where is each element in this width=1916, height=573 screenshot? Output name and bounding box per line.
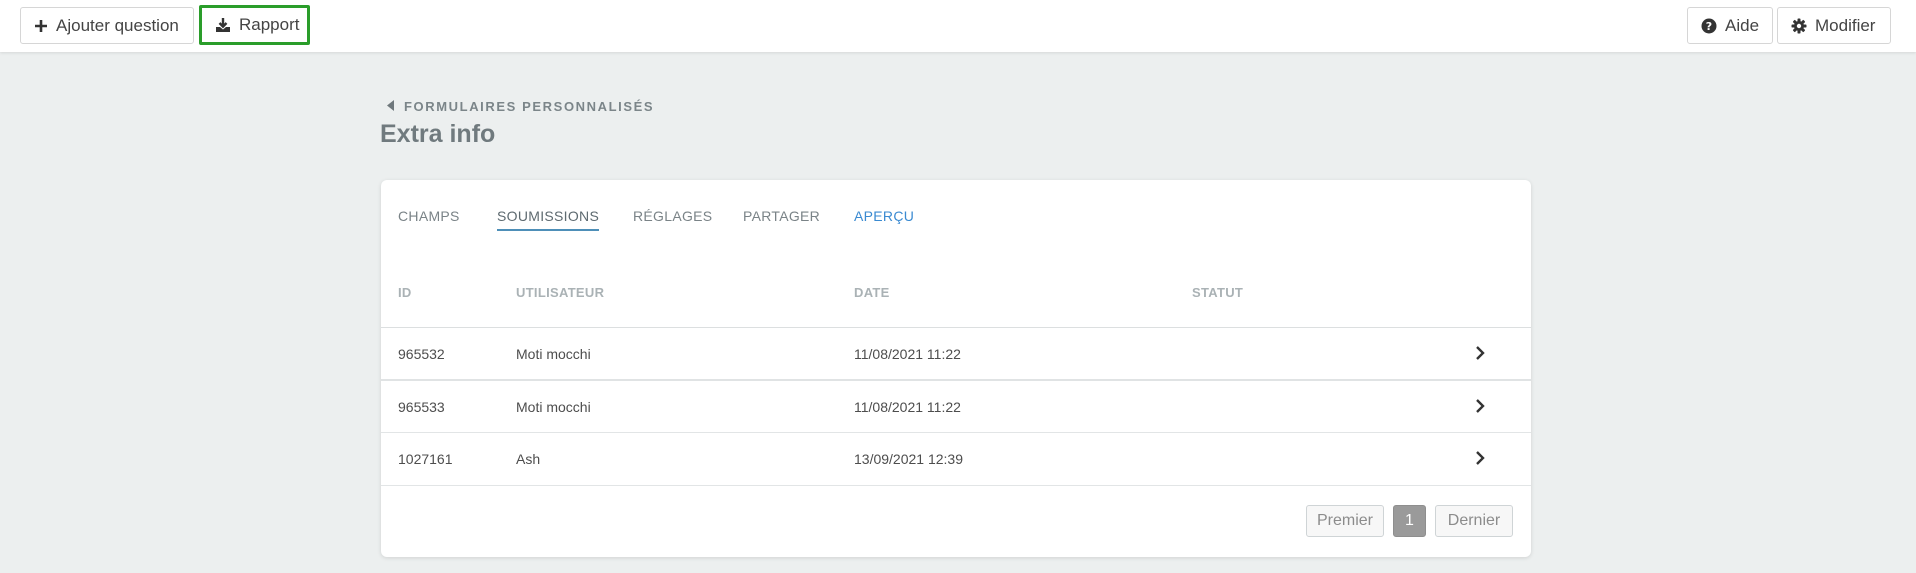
add-question-label: Ajouter question (56, 15, 179, 35)
table-row[interactable]: 965532 Moti mocchi 11/08/2021 11:22 (381, 327, 1531, 379)
chevron-right-icon[interactable] (1475, 345, 1485, 366)
breadcrumb-label: FORMULAIRES PERSONNALISÉS (404, 99, 655, 114)
table-footer-divider (381, 485, 1531, 486)
column-header-date: DATE (854, 285, 890, 300)
page-title: Extra info (380, 120, 496, 148)
tab-submissions[interactable]: SOUMISSIONS (497, 208, 600, 231)
table-row[interactable]: 1027161 Ash 13/09/2021 12:39 (381, 432, 1531, 484)
tab-share[interactable]: PARTAGER (743, 208, 820, 224)
question-circle-icon: ? (1701, 18, 1717, 34)
help-button[interactable]: ? Aide (1687, 7, 1773, 44)
table-row[interactable]: 965533 Moti mocchi 11/08/2021 11:22 (381, 379, 1531, 431)
edit-button[interactable]: Modifier (1777, 7, 1891, 44)
report-label: Rapport (239, 15, 300, 34)
tab-preview[interactable]: APERÇU (854, 208, 914, 224)
tab-fields[interactable]: CHAMPS (398, 208, 460, 224)
chevron-right-icon[interactable] (1475, 398, 1485, 419)
gear-icon (1791, 18, 1807, 34)
row-user: Moti mocchi (516, 346, 591, 362)
edit-label: Modifier (1815, 15, 1876, 35)
pagination-page-1[interactable]: 1 (1393, 505, 1426, 537)
row-date: 11/08/2021 11:22 (854, 399, 961, 415)
svg-text:?: ? (1706, 20, 1712, 33)
row-date: 11/08/2021 11:22 (854, 346, 961, 362)
breadcrumb[interactable]: FORMULAIRES PERSONNALISÉS (387, 99, 654, 114)
row-date: 13/09/2021 12:39 (854, 451, 963, 467)
pagination-last-button[interactable]: Dernier (1435, 505, 1513, 537)
column-header-user: UTILISATEUR (516, 285, 605, 300)
top-toolbar: Ajouter question Rapport ? Aide Modifier (0, 0, 1916, 52)
column-header-id: ID (398, 285, 412, 300)
download-icon (215, 17, 231, 33)
column-header-status: STATUT (1192, 285, 1244, 300)
row-id: 1027161 (398, 451, 453, 467)
help-label: Aide (1725, 15, 1760, 35)
pagination-first-button[interactable]: Premier (1306, 505, 1384, 537)
report-button[interactable]: Rapport (199, 5, 310, 45)
add-question-button[interactable]: Ajouter question (20, 7, 194, 44)
row-id: 965532 (398, 346, 445, 362)
plus-icon (34, 19, 48, 33)
row-user: Ash (516, 451, 541, 467)
tab-settings[interactable]: RÉGLAGES (633, 208, 712, 224)
row-user: Moti mocchi (516, 399, 591, 415)
caret-left-icon (387, 99, 394, 114)
chevron-right-icon[interactable] (1475, 450, 1485, 471)
row-id: 965533 (398, 399, 445, 415)
